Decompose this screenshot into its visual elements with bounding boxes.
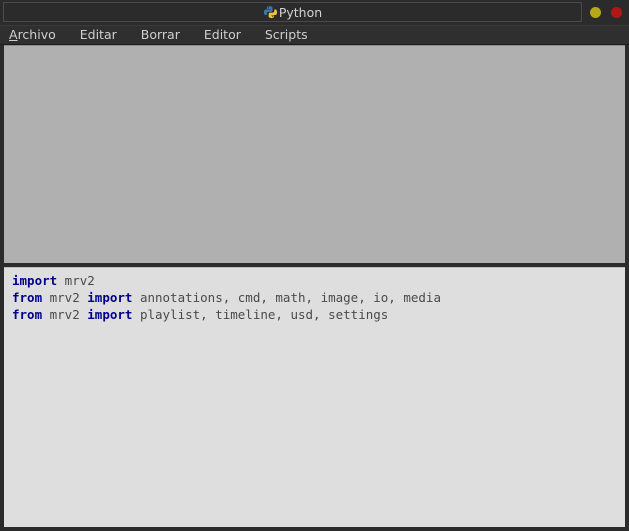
menu-accel-key: A: [9, 27, 18, 42]
python-script-editor[interactable]: import mrv2 from mrv2 import annotations,…: [4, 267, 625, 527]
menu-item-borrar[interactable]: Borrar: [141, 26, 180, 44]
code-line: from mrv2 import playlist, timeline, usd…: [12, 306, 625, 323]
panel-container: import mrv2 from mrv2 import annotations,…: [0, 45, 629, 531]
code-line: import mrv2: [12, 272, 625, 289]
code-keyword: import: [87, 290, 133, 305]
code-keyword: from: [12, 307, 43, 322]
menu-bar: Archivo Editar Borrar Editor Scripts: [0, 25, 629, 45]
menu-item-label: rchivo: [17, 27, 56, 42]
close-button[interactable]: [611, 7, 622, 18]
code-token: mrv2: [42, 290, 88, 305]
code-token: annotations, cmd, math, image, io, media: [132, 290, 441, 305]
menu-item-archivo[interactable]: Archivo: [9, 26, 56, 44]
python-logo-icon: [263, 5, 277, 18]
code-keyword: import: [87, 307, 133, 322]
title-frame: Python: [3, 2, 582, 22]
code-token: playlist, timeline, usd, settings: [132, 307, 389, 322]
code-token: mrv2: [42, 307, 88, 322]
code-keyword: from: [12, 290, 43, 305]
output-console-text: [4, 46, 625, 52]
menu-item-editor[interactable]: Editor: [204, 26, 241, 44]
code-text-area[interactable]: import mrv2 from mrv2 import annotations,…: [4, 272, 625, 323]
code-keyword: import: [12, 273, 58, 288]
title-content: Python: [263, 5, 322, 20]
title-bar[interactable]: Python: [0, 0, 629, 25]
menu-item-scripts[interactable]: Scripts: [265, 26, 308, 44]
python-output-console[interactable]: [4, 45, 625, 263]
code-line: from mrv2 import annotations, cmd, math,…: [12, 289, 625, 306]
minimize-button[interactable]: [590, 7, 601, 18]
python-editor-window: Python Archivo Editar Borrar Editor Scri…: [0, 0, 629, 531]
window-controls: [590, 0, 622, 25]
code-token: mrv2: [57, 273, 95, 288]
window-title: Python: [278, 4, 323, 20]
menu-item-editar[interactable]: Editar: [80, 26, 117, 44]
